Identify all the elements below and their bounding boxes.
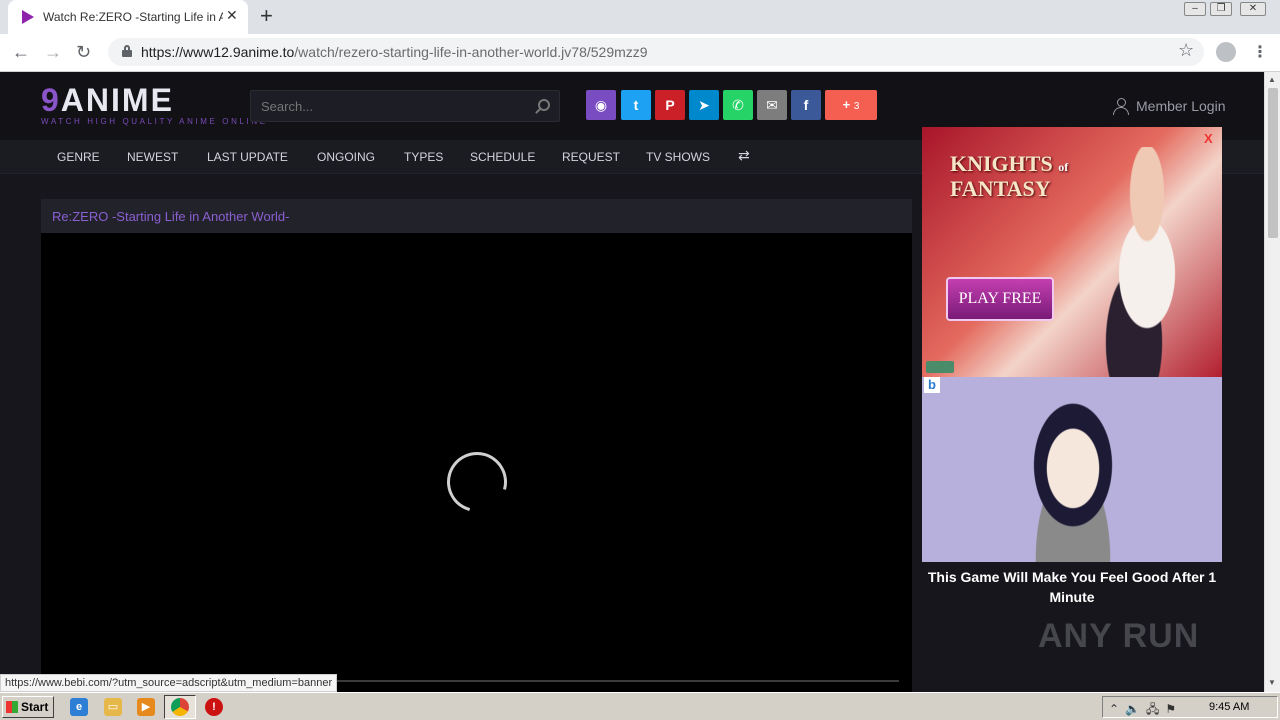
twitter-share-icon[interactable]: t (621, 90, 651, 120)
share-count: 3 (853, 101, 860, 112)
nav-types[interactable]: TYPES (404, 150, 443, 164)
loading-spinner-icon (436, 441, 518, 523)
taskbar-clock[interactable]: 9:45 AM (1209, 701, 1249, 713)
nav-tv-shows[interactable]: TV SHOWS (646, 150, 710, 164)
window-close-icon[interactable]: ✕ (1240, 2, 1266, 16)
play-free-button[interactable]: PLAY FREE (946, 277, 1054, 321)
scroll-down-icon[interactable]: ▼ (1268, 678, 1276, 687)
bebi-badge-icon: b (924, 377, 940, 393)
scroll-thumb[interactable] (1268, 88, 1278, 238)
windows-flag-icon (6, 701, 18, 713)
scroll-up-icon[interactable]: ▲ (1268, 75, 1276, 84)
nav-last-update[interactable]: LAST UPDATE (207, 150, 288, 164)
play-favicon-icon (22, 10, 34, 24)
email-share-icon[interactable]: ✉ (757, 90, 787, 120)
back-arrow-icon[interactable]: ← (12, 41, 30, 63)
status-bar-url: https://www.bebi.com/?utm_source=adscrip… (0, 674, 338, 692)
kebab-menu-icon[interactable]: ⋮ (1252, 42, 1268, 62)
ad-banner-bebi[interactable]: b (922, 377, 1222, 562)
ad-caption[interactable]: This Game Will Make You Feel Good After … (922, 567, 1222, 607)
ad-close-button[interactable]: X (1204, 131, 1213, 146)
windows-taskbar: Start e ▭ ▶ ! ⌃🔈🖧⚑ 9:45 AM (0, 692, 1280, 720)
bookmark-star-icon[interactable]: ☆ (1178, 40, 1194, 61)
ad-character-illustration (1082, 147, 1212, 377)
chrome-icon (171, 698, 189, 716)
discord-share-icon[interactable]: ◉ (586, 90, 616, 120)
page-scrollbar[interactable]: ▲ ▼ (1264, 72, 1280, 692)
browser-tab[interactable]: Watch Re:ZERO -Starting Life in Another … (8, 0, 248, 34)
close-icon[interactable]: ✕ (226, 7, 238, 24)
profile-avatar-icon[interactable] (1216, 42, 1236, 62)
ad-character-illustration (1008, 397, 1138, 562)
system-tray: ⌃🔈🖧⚑ 9:45 AM (1102, 696, 1278, 718)
nav-request[interactable]: REQUEST (562, 150, 620, 164)
start-button[interactable]: Start (2, 696, 54, 718)
search-input[interactable] (261, 99, 521, 114)
ad-badge-icon (926, 361, 954, 373)
reload-icon[interactable]: ↻ (76, 41, 91, 63)
browser-toolbar: ← → ↻ https://www12.9anime.to/watch/reze… (0, 34, 1280, 72)
more-share-button[interactable]: + 3 (825, 90, 877, 120)
lock-icon (122, 45, 132, 57)
whatsapp-share-icon[interactable]: ✆ (723, 90, 753, 120)
opera-icon[interactable]: ! (205, 698, 223, 716)
nav-ongoing[interactable]: ONGOING (317, 150, 375, 164)
ad-banner-knights-of-fantasy[interactable]: KNIGHTS of FANTASY PLAY FREE (922, 127, 1222, 377)
tray-icons[interactable]: ⌃🔈🖧⚑ (1109, 700, 1182, 720)
nav-schedule[interactable]: SCHEDULE (470, 150, 535, 164)
minimize-icon[interactable]: – (1184, 2, 1206, 16)
pinterest-share-icon[interactable]: P (655, 90, 685, 120)
forward-arrow-icon[interactable]: → (44, 41, 62, 63)
member-login-link[interactable]: Member Login (1112, 97, 1226, 115)
user-icon (1112, 97, 1130, 115)
chrome-taskbar-button[interactable] (164, 695, 196, 719)
tab-title: Watch Re:ZERO -Starting Life in Another … (43, 10, 223, 24)
browser-tabstrip: Watch Re:ZERO -Starting Life in Another … (0, 0, 1280, 34)
search-icon[interactable] (538, 99, 550, 111)
logo-tagline: WATCH HIGH QUALITY ANIME ONLINE (41, 117, 268, 126)
address-url[interactable]: https://www12.9anime.to/watch/rezero-sta… (141, 44, 648, 60)
internet-explorer-icon[interactable]: e (70, 698, 88, 716)
player-container: Re:ZERO -Starting Life in Another World- (41, 199, 912, 692)
player-title-bar: Re:ZERO -Starting Life in Another World- (41, 199, 912, 233)
anyrun-watermark: ANY RUN (1038, 617, 1200, 655)
facebook-share-icon[interactable]: f (791, 90, 821, 120)
nav-genre[interactable]: GENRE (57, 150, 100, 164)
video-progress-bar[interactable] (331, 680, 899, 682)
folder-icon[interactable]: ▭ (104, 698, 122, 716)
nav-newest[interactable]: NEWEST (127, 150, 178, 164)
ad-game-title: KNIGHTS of FANTASY (950, 151, 1069, 201)
media-player-icon[interactable]: ▶ (137, 698, 155, 716)
search-box (250, 90, 560, 122)
restore-icon[interactable]: ❐ (1210, 2, 1232, 16)
anime-title[interactable]: Re:ZERO -Starting Life in Another World- (52, 209, 289, 224)
address-bar[interactable]: https://www12.9anime.to/watch/rezero-sta… (108, 38, 1204, 66)
video-player[interactable] (41, 233, 912, 692)
shuffle-icon[interactable]: ⇄ (738, 147, 750, 164)
new-tab-icon[interactable]: + (260, 4, 273, 28)
telegram-share-icon[interactable]: ➤ (689, 90, 719, 120)
site-logo[interactable]: 9ANIME WATCH HIGH QUALITY ANIME ONLINE (41, 84, 268, 126)
